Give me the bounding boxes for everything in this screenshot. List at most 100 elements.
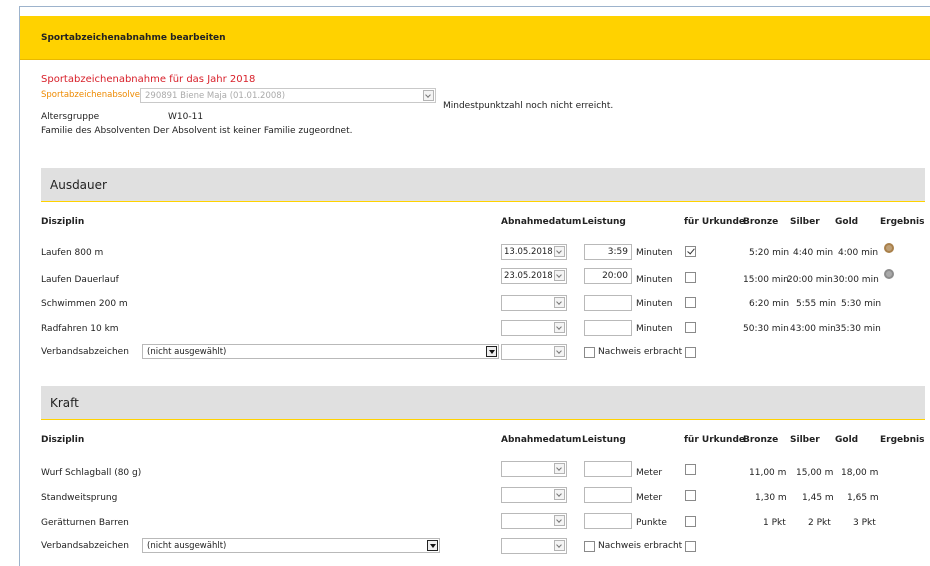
leistung-input[interactable]: 3:59 — [584, 244, 632, 260]
unit-label: Punkte — [636, 518, 667, 528]
discipline-name: Laufen 800 m — [41, 248, 104, 258]
bronze-value: 11,00 m — [749, 468, 787, 478]
col-datum: Abnahmedatum — [501, 435, 582, 445]
silber-value: 43:00 min — [790, 324, 836, 334]
chevron-down-icon[interactable] — [554, 346, 565, 357]
leistung-input[interactable] — [584, 461, 632, 477]
col-ergebnis: Ergebnis — [880, 217, 925, 227]
leistung-input[interactable] — [584, 320, 632, 336]
unit-label: Minuten — [636, 324, 673, 334]
verband-date-select[interactable] — [501, 538, 567, 554]
bronze-medal-icon — [884, 243, 894, 253]
bronze-value: 50:30 min — [743, 324, 789, 334]
date-select[interactable]: 23.05.2018 — [501, 268, 567, 284]
min-points-note: Mindestpunktzahl noch nicht erreicht. — [443, 101, 614, 111]
col-urkunde: für Urkunde — [684, 435, 745, 445]
leistung-input[interactable] — [584, 487, 632, 503]
nachweis-label: Nachweis erbracht — [598, 347, 683, 357]
date-value: 13.05.2018 — [504, 247, 553, 257]
section-kraft-title: Kraft — [50, 396, 79, 410]
leistung-input[interactable] — [584, 295, 632, 311]
gold-value: 5:30 min — [841, 299, 882, 309]
col-bronze: Bronze — [743, 435, 779, 445]
date-select[interactable] — [501, 320, 567, 336]
col-silber: Silber — [790, 435, 820, 445]
urkunde-checkbox[interactable] — [685, 272, 696, 283]
col-gold: Gold — [835, 217, 859, 227]
col-bronze: Bronze — [743, 217, 779, 227]
col-leistung: Leistung — [582, 217, 626, 227]
discipline-name: Gerätturnen Barren — [41, 518, 129, 528]
leistung-value: 3:59 — [607, 247, 628, 257]
chevron-down-icon[interactable] — [554, 489, 565, 500]
chevron-down-icon[interactable] — [423, 90, 434, 101]
leistung-input[interactable] — [584, 513, 632, 529]
gold-value: 4:00 min — [838, 248, 879, 258]
nachweis-checkbox[interactable] — [584, 347, 595, 358]
age-group-value: W10-11 — [168, 112, 204, 122]
nachweis-checkbox[interactable] — [584, 541, 595, 552]
verband-urkunde-checkbox[interactable] — [685, 347, 696, 358]
unit-label: Minuten — [636, 248, 673, 258]
chevron-down-icon[interactable] — [554, 463, 565, 474]
title-bar: Sportabzeichenabnahme bearbeiten — [20, 16, 930, 60]
bronze-value: 1,30 m — [755, 493, 787, 503]
silber-value: 1,45 m — [802, 493, 834, 503]
unit-label: Minuten — [636, 299, 673, 309]
dropdown-arrow-icon[interactable] — [427, 540, 438, 551]
verband-select[interactable]: (nicht ausgewählt) — [142, 538, 440, 553]
discipline-name: Schwimmen 200 m — [41, 299, 128, 309]
col-datum: Abnahmedatum — [501, 217, 582, 227]
family-value: Der Absolvent ist keiner Familie zugeord… — [153, 126, 353, 136]
discipline-name: Laufen Dauerlauf — [41, 275, 119, 285]
chevron-down-icon[interactable] — [554, 540, 565, 551]
absolvent-value: 290891 Biene Maja (01.01.2008) — [145, 91, 286, 101]
verband-value: (nicht ausgewählt) — [147, 347, 227, 357]
section-ausdauer: Ausdauer — [41, 168, 925, 202]
silber-value: 2 Pkt — [808, 518, 831, 528]
gold-value: 18,00 m — [841, 468, 879, 478]
urkunde-checkbox[interactable] — [685, 464, 696, 475]
verband-urkunde-checkbox[interactable] — [685, 541, 696, 552]
date-select[interactable] — [501, 295, 567, 311]
chevron-down-icon[interactable] — [554, 322, 565, 333]
bronze-value: 1 Pkt — [763, 518, 786, 528]
date-select[interactable] — [501, 461, 567, 477]
urkunde-checkbox[interactable] — [685, 297, 696, 308]
leistung-input[interactable]: 20:00 — [584, 268, 632, 284]
chevron-down-icon[interactable] — [554, 515, 565, 526]
col-gold: Gold — [835, 435, 859, 445]
silber-value: 20:00 min — [787, 275, 833, 285]
page-title: Sportabzeichenabnahme bearbeiten — [41, 33, 226, 43]
age-group-label: Altersgruppe — [41, 112, 100, 122]
verband-label: Verbandsabzeichen — [41, 347, 129, 357]
gold-value: 1,65 m — [847, 493, 879, 503]
unit-label: Meter — [636, 468, 663, 478]
silber-value: 4:40 min — [793, 248, 834, 258]
section-kraft: Kraft — [41, 386, 925, 420]
verband-date-select[interactable] — [501, 344, 567, 360]
section-ausdauer-title: Ausdauer — [50, 178, 107, 192]
verband-label: Verbandsabzeichen — [41, 541, 129, 551]
verband-select[interactable]: (nicht ausgewählt) — [142, 344, 499, 359]
col-disziplin: Disziplin — [41, 435, 85, 445]
chevron-down-icon[interactable] — [554, 297, 565, 308]
urkunde-checkbox[interactable] — [685, 246, 696, 257]
gold-value: 30:00 min — [833, 275, 879, 285]
discipline-name: Wurf Schlagball (80 g) — [41, 468, 142, 478]
urkunde-checkbox[interactable] — [685, 516, 696, 527]
urkunde-checkbox[interactable] — [685, 490, 696, 501]
dropdown-arrow-icon[interactable] — [486, 346, 497, 357]
date-select[interactable] — [501, 487, 567, 503]
date-value: 23.05.2018 — [504, 271, 553, 281]
date-select[interactable]: 13.05.2018 — [501, 244, 567, 260]
chevron-down-icon[interactable] — [554, 246, 565, 257]
unit-label: Minuten — [636, 275, 673, 285]
date-select[interactable] — [501, 513, 567, 529]
absolvent-select[interactable]: 290891 Biene Maja (01.01.2008) — [140, 88, 436, 103]
silber-value: 5:55 min — [796, 299, 837, 309]
urkunde-checkbox[interactable] — [685, 322, 696, 333]
discipline-name: Standweitsprung — [41, 493, 118, 503]
chevron-down-icon[interactable] — [554, 270, 565, 281]
absolvent-label: Sportabzeichenabsolvent — [41, 90, 149, 100]
